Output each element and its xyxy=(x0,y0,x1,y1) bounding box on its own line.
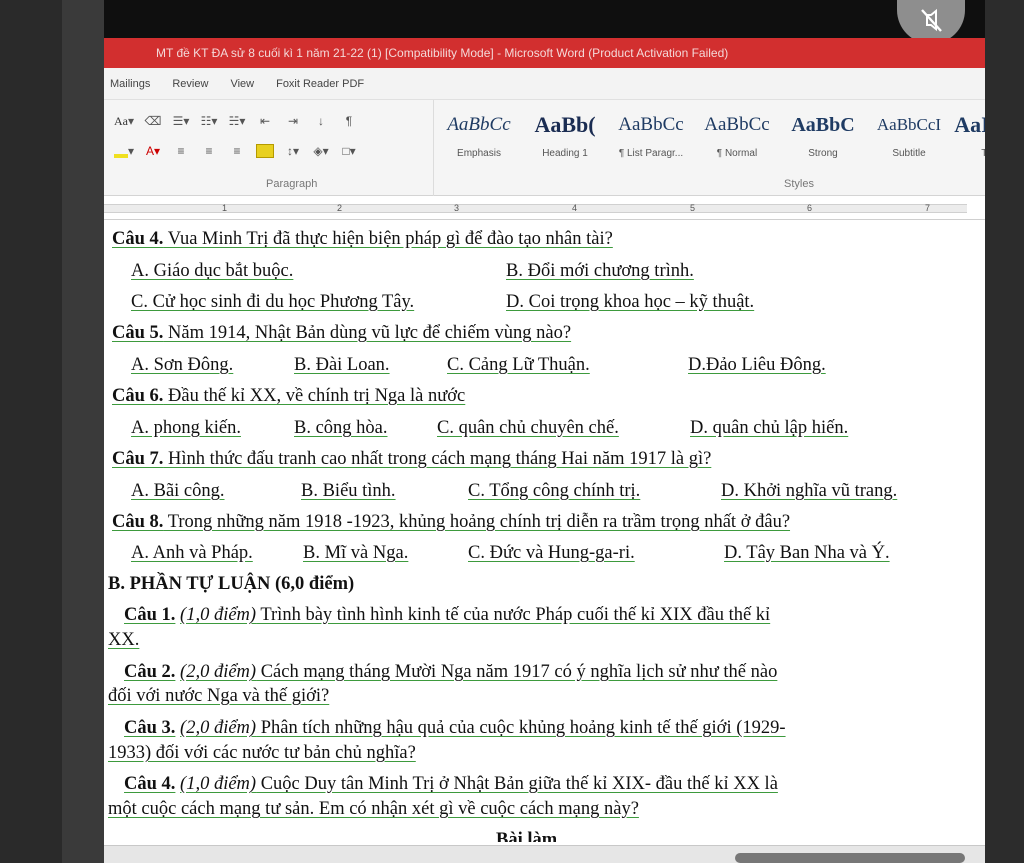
decrease-indent-icon[interactable]: ⇤ xyxy=(256,112,274,130)
essay-4: Câu 4. (1,0 điểm) Cuộc Duy tân Minh Trị … xyxy=(124,774,778,794)
q5-option-b: B. Đài Loan. xyxy=(294,355,390,375)
justify-icon[interactable] xyxy=(256,142,275,160)
styles-gallery: AaBbCc Emphasis AaBb( Heading 1 AaBbCc ¶… xyxy=(436,100,985,196)
answer-heading-cut: Bài làm xyxy=(496,830,558,842)
ruler-number: 6 xyxy=(807,203,813,213)
essay-3-cont: 1933) đối với các nước tư bản chủ nghĩa? xyxy=(108,743,416,763)
show-formatting-icon[interactable]: ¶ xyxy=(340,112,358,130)
top-dark-area xyxy=(104,0,985,38)
ribbon-tabs: Mailings Review View Foxit Reader PDF xyxy=(104,68,985,100)
paragraph-group: Aa ▾ ⌫ ☰▾ ☷▾ ☵▾ ⇤ ⇥ ↓ ¶ ▾ A▾ ≡ ≡ ≡ ↕▾ ◈▾ … xyxy=(104,100,434,196)
question-8: Câu 8. Trong những năm 1918 -1923, khủng… xyxy=(112,512,791,532)
ruler-number: 1 xyxy=(222,203,228,213)
q6-option-a: A. phong kiến. xyxy=(131,418,241,438)
q6-option-b: B. công hòa. xyxy=(294,418,388,438)
question-5: Câu 5. Năm 1914, Nhật Bản dùng vũ lực để… xyxy=(112,323,572,343)
tab-review[interactable]: Review xyxy=(172,78,208,90)
change-case-button[interactable]: Aa ▾ xyxy=(114,112,134,130)
q5-option-a: A. Sơn Đông. xyxy=(131,355,234,375)
style-emphasis[interactable]: AaBbCc Emphasis xyxy=(436,110,522,159)
align-right-icon[interactable]: ≡ xyxy=(228,142,246,160)
q7-option-b: B. Biểu tình. xyxy=(301,481,396,501)
ruler-number: 3 xyxy=(454,203,460,213)
q7-option-c: C. Tổng công chính trị. xyxy=(468,481,641,501)
essay-2: Câu 2. (2,0 điểm) Cách mạng tháng Mười N… xyxy=(124,662,778,682)
q7-option-d: D. Khởi nghĩa vũ trang. xyxy=(721,481,898,501)
essay-2-cont: đối với nước Nga và thế giới? xyxy=(108,686,330,706)
q4-option-b: B. Đổi mới chương trình. xyxy=(506,261,694,281)
q8-option-c: C. Đức và Hung-ga-ri. xyxy=(468,543,635,563)
paragraph-group-label: Paragraph xyxy=(266,178,318,190)
style-subtitle[interactable]: AaBbCcI Subtitle xyxy=(866,110,952,159)
essay-1-cont: XX. xyxy=(108,630,140,650)
q4-option-c: C. Cử học sinh đi du học Phương Tây. xyxy=(131,292,415,312)
window-title: MT đề KT ĐA sử 8 cuối kì 1 năm 21-22 (1)… xyxy=(156,46,729,60)
q8-option-a: A. Anh và Pháp. xyxy=(131,543,253,563)
borders-icon[interactable]: □▾ xyxy=(340,142,358,160)
question-7: Câu 7. Hình thức đấu tranh cao nhất tron… xyxy=(112,449,712,469)
bullets-icon[interactable]: ☰▾ xyxy=(172,112,190,130)
ruler-number: 2 xyxy=(337,203,343,213)
styles-group-label: Styles xyxy=(784,178,814,190)
style-title[interactable]: AaI Tit xyxy=(952,110,985,159)
ruler-number: 7 xyxy=(925,203,931,213)
q4-option-a: A. Giáo dục bắt buộc. xyxy=(131,261,294,281)
mute-icon xyxy=(916,5,946,40)
section-b-heading: B. PHẦN TỰ LUẬN (6,0 điểm) xyxy=(108,574,355,594)
tab-foxit-reader-pdf[interactable]: Foxit Reader PDF xyxy=(276,78,364,90)
question-4: Câu 4. Vua Minh Trị đã thực hiện biện ph… xyxy=(112,229,613,249)
q7-option-a: A. Bãi công. xyxy=(131,481,225,501)
ruler-number: 5 xyxy=(690,203,696,213)
essay-3: Câu 3. (2,0 điểm) Phân tích những hậu qu… xyxy=(124,718,786,738)
align-center-icon[interactable]: ≡ xyxy=(200,142,218,160)
highlight-color-icon[interactable]: ▾ xyxy=(114,142,134,160)
q4-option-d: D. Coi trọng khoa học – kỹ thuật. xyxy=(506,292,755,312)
q8-option-b: B. Mĩ và Nga. xyxy=(303,543,409,563)
left-dark-margin xyxy=(0,0,62,863)
essay-1: Câu 1. (1,0 điểm) Trình bày tình hình ki… xyxy=(124,605,771,625)
tab-mailings[interactable]: Mailings xyxy=(110,78,150,90)
sort-icon[interactable]: ↓ xyxy=(312,112,330,130)
essay-4-cont: một cuộc cách mạng tư sản. Em có nhận xé… xyxy=(108,799,639,819)
ruler-number: 4 xyxy=(572,203,578,213)
increase-indent-icon[interactable]: ⇥ xyxy=(284,112,302,130)
horizontal-ruler[interactable]: 1 2 3 4 5 6 7 xyxy=(104,196,985,220)
right-dark-margin xyxy=(985,0,1024,863)
style-heading-1[interactable]: AaBb( Heading 1 xyxy=(522,110,608,159)
q8-option-d: D. Tây Ban Nha và Ý. xyxy=(724,543,890,563)
q5-option-c: C. Cảng Lữ Thuận. xyxy=(447,355,590,375)
font-color-icon[interactable]: A▾ xyxy=(144,142,162,160)
style-strong[interactable]: AaBbC Strong xyxy=(780,110,866,159)
multilevel-list-icon[interactable]: ☵▾ xyxy=(228,112,246,130)
shading-icon[interactable]: ◈▾ xyxy=(312,142,330,160)
style-list-paragraph[interactable]: AaBbCc ¶ List Paragr... xyxy=(608,110,694,159)
clear-formatting-icon[interactable]: ⌫ xyxy=(144,112,162,130)
question-6: Câu 6. Đầu thế kỉ XX, về chính trị Nga l… xyxy=(112,386,466,406)
scroll-indicator[interactable] xyxy=(735,853,965,863)
q5-option-d: D.Đảo Liêu Đông. xyxy=(688,355,826,375)
title-bar: MT đề KT ĐA sử 8 cuối kì 1 năm 21-22 (1)… xyxy=(104,38,985,68)
ribbon: Aa ▾ ⌫ ☰▾ ☷▾ ☵▾ ⇤ ⇥ ↓ ¶ ▾ A▾ ≡ ≡ ≡ ↕▾ ◈▾ … xyxy=(104,100,985,196)
style-normal[interactable]: AaBbCc ¶ Normal xyxy=(694,110,780,159)
q6-option-c: C. quân chủ chuyên chế. xyxy=(437,418,619,438)
numbering-icon[interactable]: ☷▾ xyxy=(200,112,218,130)
left-margin-band xyxy=(62,0,104,863)
q6-option-d: D. quân chủ lập hiến. xyxy=(690,418,849,438)
align-left-icon[interactable]: ≡ xyxy=(172,142,190,160)
tab-view[interactable]: View xyxy=(230,78,254,90)
line-spacing-icon[interactable]: ↕▾ xyxy=(284,142,302,160)
